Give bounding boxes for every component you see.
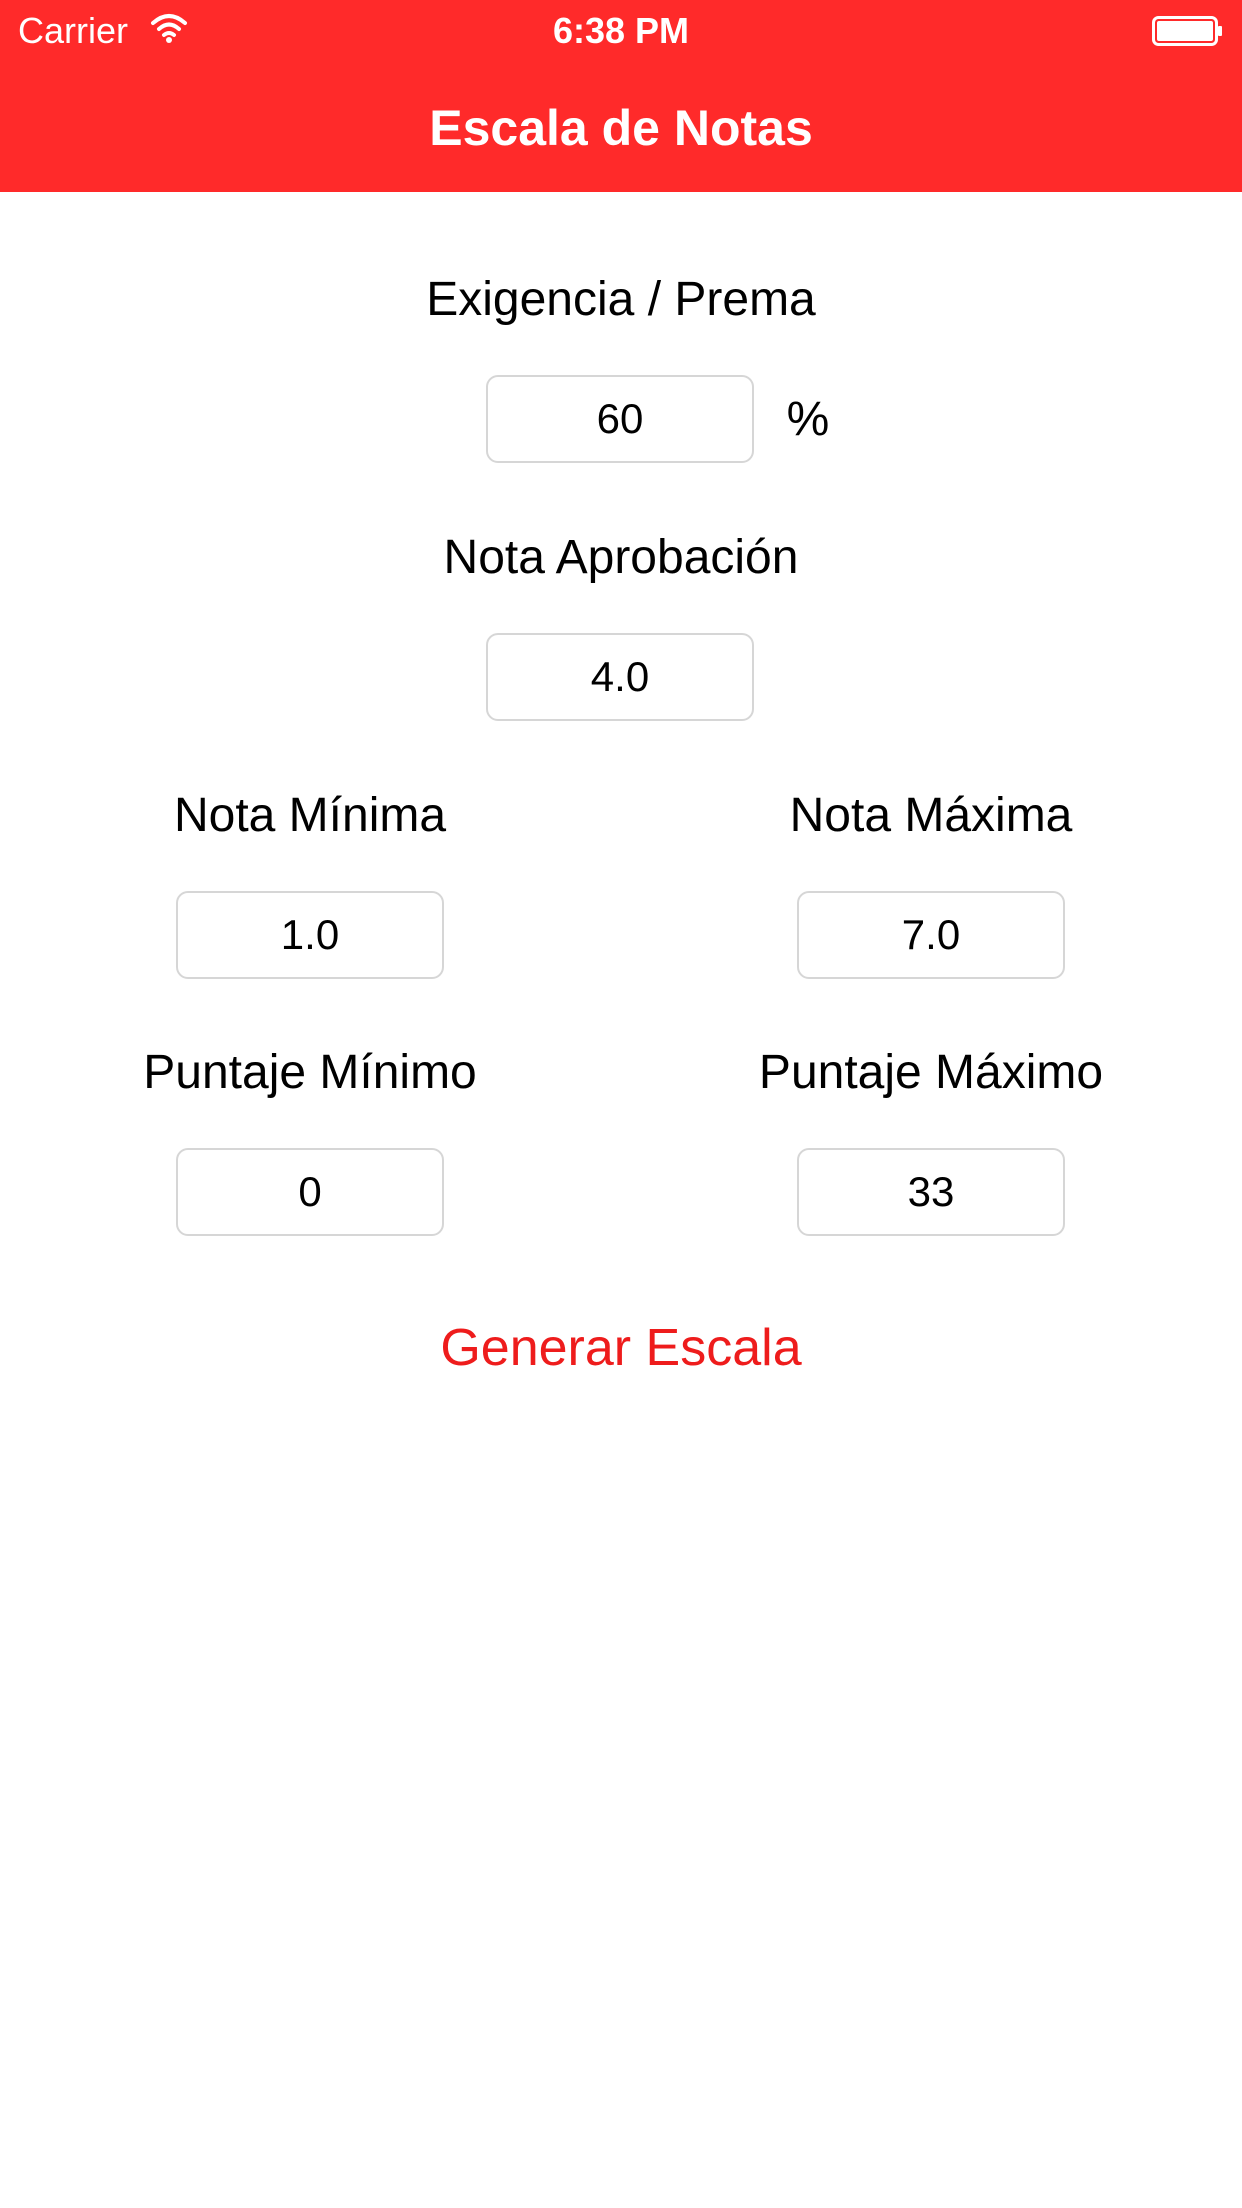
nota-maxima-label: Nota Máxima: [789, 789, 1073, 842]
exigencia-label: Exigencia / Prema: [426, 273, 816, 326]
navigation-header: Carrier 6:38 PM Escala de Notas: [0, 0, 1242, 192]
battery-icon: [1152, 16, 1222, 46]
nota-maxima-input[interactable]: 7.0: [797, 891, 1065, 979]
puntaje-maximo-input[interactable]: 33: [797, 1148, 1065, 1236]
puntaje-maximo-label: Puntaje Máximo: [758, 1046, 1104, 1099]
app-screen: Carrier 6:38 PM Escala de Notas Exigenci…: [0, 0, 1242, 2208]
nota-minima-input[interactable]: 1.0: [176, 891, 444, 979]
status-time: 6:38 PM: [552, 10, 690, 51]
nota-aprobacion-label: Nota Aprobación: [443, 531, 799, 584]
nota-minima-label: Nota Mínima: [173, 789, 447, 842]
status-bar: Carrier 6:38 PM: [0, 0, 1242, 60]
generate-scale-button[interactable]: Generar Escala: [321, 1316, 921, 1380]
puntaje-minimo-label: Puntaje Mínimo: [143, 1046, 477, 1099]
nota-aprobacion-input[interactable]: 4.0: [486, 633, 754, 721]
percent-unit-label: %: [786, 393, 830, 446]
page-title: Escala de Notas: [429, 100, 813, 156]
exigencia-input[interactable]: 60: [486, 375, 754, 463]
puntaje-minimo-input[interactable]: 0: [176, 1148, 444, 1236]
